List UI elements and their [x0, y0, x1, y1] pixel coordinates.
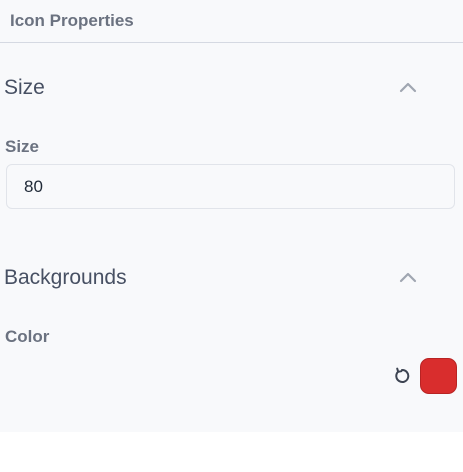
backgrounds-section-title[interactable]: Backgrounds: [4, 265, 127, 291]
reset-icon: [395, 367, 410, 383]
size-field-label: Size: [5, 137, 40, 156]
backgrounds-section-collapse-button[interactable]: [394, 265, 422, 289]
icon-properties-panel: Icon Properties Size Size Backgrounds Co…: [0, 0, 463, 432]
size-input[interactable]: [6, 164, 455, 209]
chevron-up-icon: [399, 82, 417, 92]
panel-header: Icon Properties: [0, 0, 463, 43]
size-section-title[interactable]: Size: [4, 75, 45, 101]
color-field-label: Color: [5, 327, 50, 346]
reset-color-button[interactable]: [391, 365, 413, 387]
panel-title: Icon Properties: [10, 11, 134, 30]
size-section-collapse-button[interactable]: [394, 75, 422, 99]
color-swatch[interactable]: [420, 358, 457, 394]
chevron-up-icon: [399, 272, 417, 282]
